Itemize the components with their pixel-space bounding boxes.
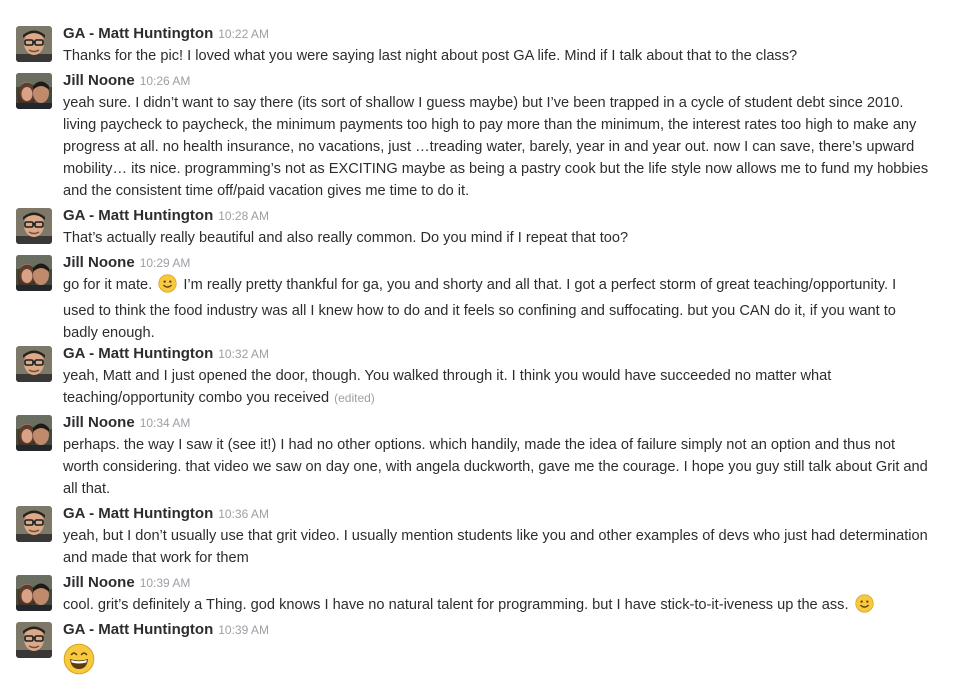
timestamp[interactable]: 10:39 AM	[140, 576, 191, 590]
message-line: living paycheck to paycheck, the minimum…	[63, 117, 917, 133]
message-text: yeah sure. I didn’t want to say there (i…	[63, 92, 955, 202]
message-text	[63, 643, 955, 682]
message-line-segment: teaching/opportunity combo you received	[63, 390, 330, 406]
message-line-segment: cool. grit’s definitely a Thing. god kno…	[63, 597, 849, 613]
avatar-matt[interactable]	[16, 346, 52, 382]
message-list: GA - Matt Huntington 10:22 AM Thanks for …	[0, 0, 965, 683]
message-line: yeah, but I don’t usually use that grit …	[63, 528, 928, 544]
message-line: worth considering. that video we saw on …	[63, 459, 928, 475]
message-line: progress at all. no health insurance, no…	[63, 139, 915, 155]
slightly-smiling-face-icon	[854, 594, 874, 620]
avatar-jill[interactable]	[16, 415, 52, 451]
timestamp[interactable]: 10:32 AM	[218, 347, 269, 361]
timestamp[interactable]: 10:28 AM	[218, 209, 269, 223]
message-text: cool. grit’s definitely a Thing. god kno…	[63, 594, 955, 620]
timestamp[interactable]: 10:39 AM	[218, 623, 269, 637]
author-name[interactable]: Jill Noone	[63, 414, 135, 431]
author-name[interactable]: GA - Matt Huntington	[63, 207, 213, 224]
message-line: all that.	[63, 481, 111, 497]
avatar-jill[interactable]	[16, 73, 52, 109]
author-name[interactable]: GA - Matt Huntington	[63, 505, 213, 522]
avatar-matt[interactable]	[16, 622, 52, 658]
message-text: yeah, but I don’t usually use that grit …	[63, 525, 955, 569]
message-line: used to think the food industry was all …	[63, 303, 896, 319]
message-line-segment: I’m really pretty thankful for ga, you a…	[183, 277, 897, 293]
message-text: perhaps. the way I saw it (see it!) I ha…	[63, 434, 955, 500]
message-text: yeah, Matt and I just opened the door, t…	[63, 365, 955, 409]
slightly-smiling-face-icon	[158, 274, 177, 300]
message-text: go for it mate. I’m really pretty thankf…	[63, 274, 955, 344]
avatar-jill[interactable]	[16, 255, 52, 291]
author-name[interactable]: GA - Matt Huntington	[63, 25, 213, 42]
message-line: badly enough.	[63, 325, 155, 341]
message-line: cool. grit’s definitely a Thing. god kno…	[63, 594, 955, 620]
message-line: yeah sure. I didn’t want to say there (i…	[63, 95, 904, 111]
message-text: That’s actually really beautiful and als…	[63, 227, 955, 249]
timestamp[interactable]: 10:34 AM	[140, 416, 191, 430]
author-name[interactable]: GA - Matt Huntington	[63, 621, 213, 638]
message-line: teaching/opportunity combo you received (…	[63, 387, 955, 409]
avatar-matt[interactable]	[16, 506, 52, 542]
avatar-matt[interactable]	[16, 208, 52, 244]
message-line: Thanks for the pic! I loved what you wer…	[63, 48, 798, 64]
edited-label: (edited)	[334, 391, 375, 405]
author-name[interactable]: Jill Noone	[63, 72, 135, 89]
message-line: yeah, Matt and I just opened the door, t…	[63, 368, 832, 384]
avatar-matt[interactable]	[16, 26, 52, 62]
message-line: go for it mate. I’m really pretty thankf…	[63, 274, 955, 300]
author-name[interactable]: Jill Noone	[63, 574, 135, 591]
avatar-jill[interactable]	[16, 575, 52, 611]
author-name[interactable]: Jill Noone	[63, 254, 135, 271]
timestamp[interactable]: 10:26 AM	[140, 74, 191, 88]
timestamp[interactable]: 10:36 AM	[218, 507, 269, 521]
timestamp[interactable]: 10:29 AM	[140, 256, 191, 270]
message-line: and made that work for them	[63, 550, 249, 566]
message-text: Thanks for the pic! I loved what you wer…	[63, 45, 955, 67]
message-line: That’s actually really beautiful and als…	[63, 230, 629, 246]
author-name[interactable]: GA - Matt Huntington	[63, 345, 213, 362]
message-line: perhaps. the way I saw it (see it!) I ha…	[63, 437, 896, 453]
timestamp[interactable]: 10:22 AM	[218, 27, 269, 41]
grinning-face-icon	[63, 643, 95, 682]
message-line-segment: go for it mate.	[63, 277, 153, 293]
message-line: and the consistent time off/paid vacatio…	[63, 183, 470, 199]
message-line: mobility… its nice. programming’s not as…	[63, 161, 929, 177]
